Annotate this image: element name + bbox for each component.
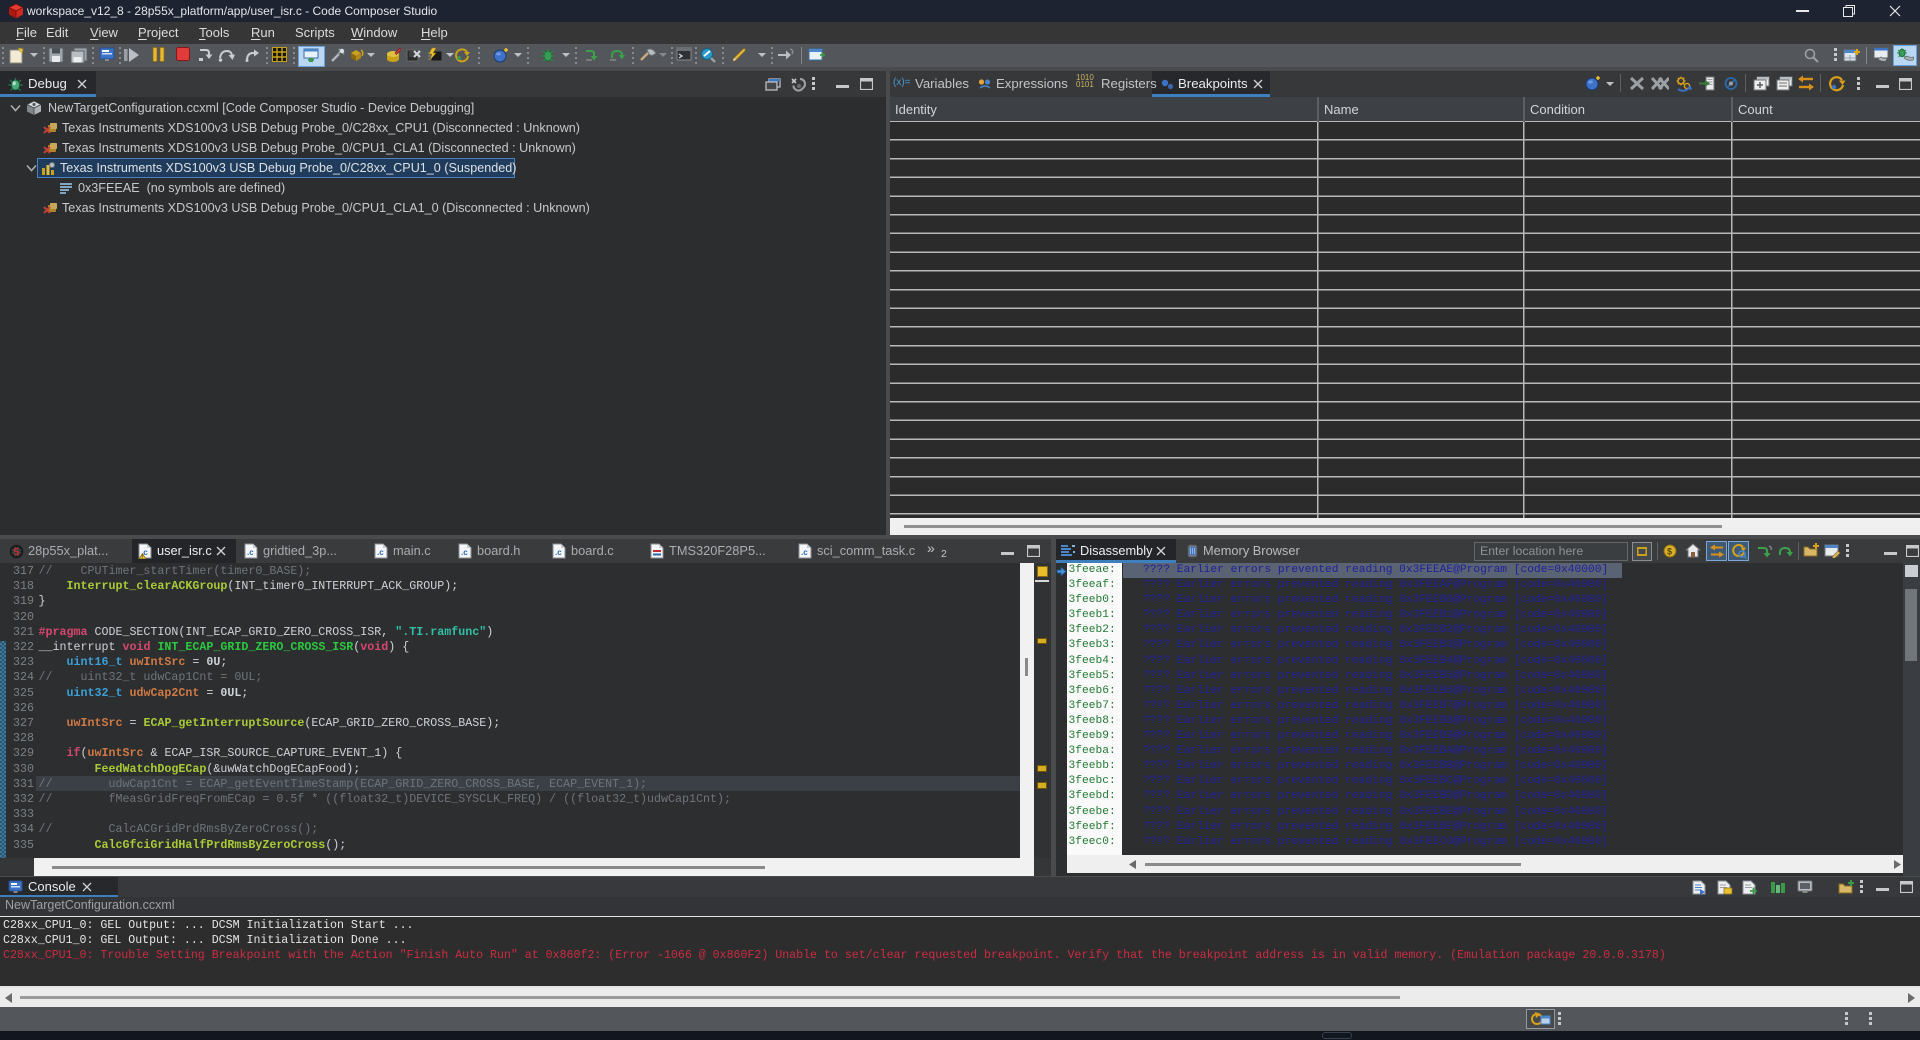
svg-text:.c: .c bbox=[555, 548, 562, 557]
svg-text:.c: .c bbox=[247, 548, 254, 557]
svg-text:.c: .c bbox=[377, 548, 384, 557]
svg-text:$: $ bbox=[1667, 547, 1672, 557]
svg-text:.c: .c bbox=[801, 548, 808, 557]
svg-text:.c: .c bbox=[461, 548, 468, 557]
